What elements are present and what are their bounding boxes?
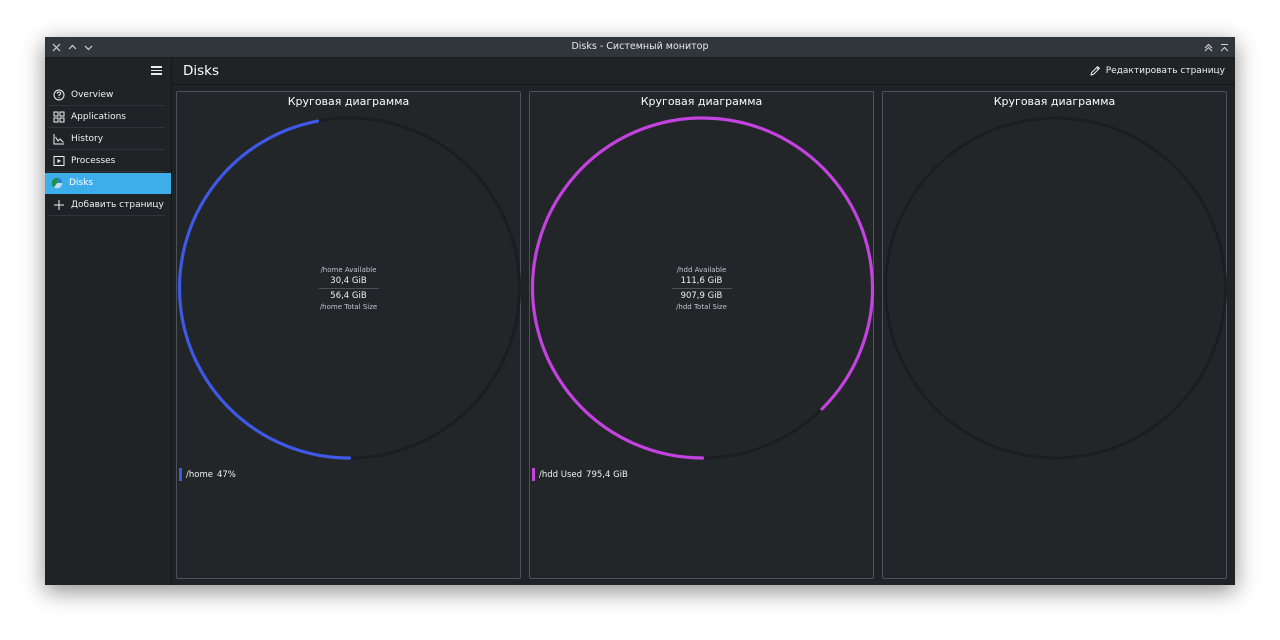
- titlebar: Disks - Системный монитор: [45, 37, 1235, 58]
- pie-center-info: /home Available 30,4 GiB 56,4 GiB /home …: [177, 265, 520, 312]
- shade-window-button[interactable]: [1216, 38, 1232, 56]
- plus-icon: [54, 200, 64, 210]
- pie-track: [884, 116, 1227, 460]
- center-divider: [318, 288, 379, 289]
- pie-card-empty: Круговая диаграмма: [882, 91, 1227, 579]
- sidebar-item-processes[interactable]: Processes: [47, 151, 165, 172]
- sidebar-item-label: History: [71, 134, 104, 144]
- page-header: Disks Редактировать страницу: [172, 58, 1235, 85]
- sidebar-nav: Overview Applications History Processes …: [45, 85, 171, 217]
- available-label: /hdd Available: [676, 266, 727, 274]
- pencil-icon: [1090, 65, 1100, 76]
- sidebar-item-label: Добавить страницу: [71, 200, 164, 210]
- sidebar-item-label: Applications: [71, 112, 126, 122]
- edit-page-label: Редактировать страницу: [1105, 66, 1225, 76]
- app-grid-icon: [53, 111, 65, 123]
- sidebar: Overview Applications History Processes …: [45, 58, 172, 585]
- available-value: 111,6 GiB: [680, 276, 723, 286]
- card-title: Круговая диаграмма: [993, 95, 1116, 108]
- legend-name: /home: [186, 469, 213, 480]
- legend-value: 47%: [216, 469, 236, 480]
- sidebar-item-label: Disks: [69, 178, 94, 188]
- total-size-value: 907,9 GiB: [680, 291, 723, 301]
- hamburger-menu-icon[interactable]: [151, 66, 162, 75]
- total-size-label: /home Total Size: [319, 303, 378, 311]
- card-title: Круговая диаграмма: [640, 95, 763, 108]
- keep-above-button[interactable]: [1200, 38, 1216, 56]
- window-title: Disks - Системный монитор: [571, 41, 709, 52]
- sidebar-header: [45, 58, 171, 84]
- help-circle-icon: [53, 89, 65, 101]
- sidebar-item-label: Processes: [71, 156, 116, 166]
- legend-name: /hdd Used: [539, 469, 583, 480]
- total-size-label: /hdd Total Size: [676, 303, 727, 311]
- sidebar-item-label: Overview: [71, 90, 114, 100]
- available-label: /home Available: [320, 266, 377, 274]
- disk-pie-icon: [51, 177, 63, 189]
- legend-swatch: [532, 468, 535, 481]
- main-area: Disks Редактировать страницу Круговая ди…: [172, 58, 1235, 585]
- center-divider: [671, 288, 732, 289]
- app-window: Disks - Системный монитор Overview Appli…: [45, 37, 1235, 585]
- legend-item: /hdd Used 795,4 GiB: [532, 468, 628, 481]
- double-chevron-up-icon: [1204, 43, 1212, 52]
- total-size-value: 56,4 GiB: [330, 291, 367, 301]
- legend-swatch: [179, 468, 182, 481]
- legend-value: 795,4 GiB: [586, 469, 628, 480]
- pie-chart-empty: [884, 116, 1227, 460]
- shade-icon: [1220, 43, 1228, 52]
- sidebar-item-add-page[interactable]: Добавить страницу: [47, 195, 165, 216]
- line-chart-icon: [53, 134, 64, 145]
- available-value: 30,4 GiB: [330, 276, 367, 286]
- pie-center-info: /hdd Available 111,6 GiB 907,9 GiB /hdd …: [530, 265, 873, 312]
- sidebar-item-history[interactable]: History: [47, 129, 165, 150]
- card-title: Круговая диаграмма: [287, 95, 410, 108]
- sidebar-item-applications[interactable]: Applications: [47, 107, 165, 128]
- legend-item: /home 47%: [179, 468, 236, 481]
- pie-card-home: Круговая диаграмма /home Available 30,4 …: [176, 91, 521, 579]
- process-icon: [53, 156, 65, 166]
- page-title: Disks: [183, 63, 220, 79]
- sidebar-item-overview[interactable]: Overview: [47, 85, 165, 106]
- edit-page-button[interactable]: Редактировать страницу: [1089, 64, 1225, 78]
- sidebar-item-disks[interactable]: Disks: [45, 173, 171, 194]
- pie-card-hdd: Круговая диаграмма /hdd Available 111,6 …: [529, 91, 875, 579]
